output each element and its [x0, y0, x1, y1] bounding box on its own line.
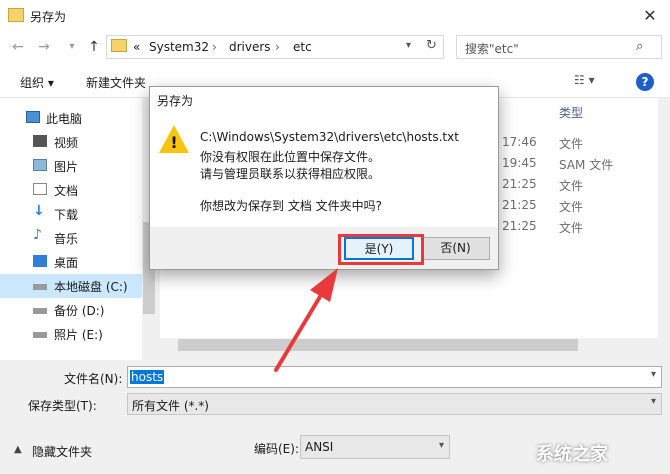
- annotation-arrow: [274, 268, 338, 372]
- watermark-text: 系统之家: [536, 444, 608, 465]
